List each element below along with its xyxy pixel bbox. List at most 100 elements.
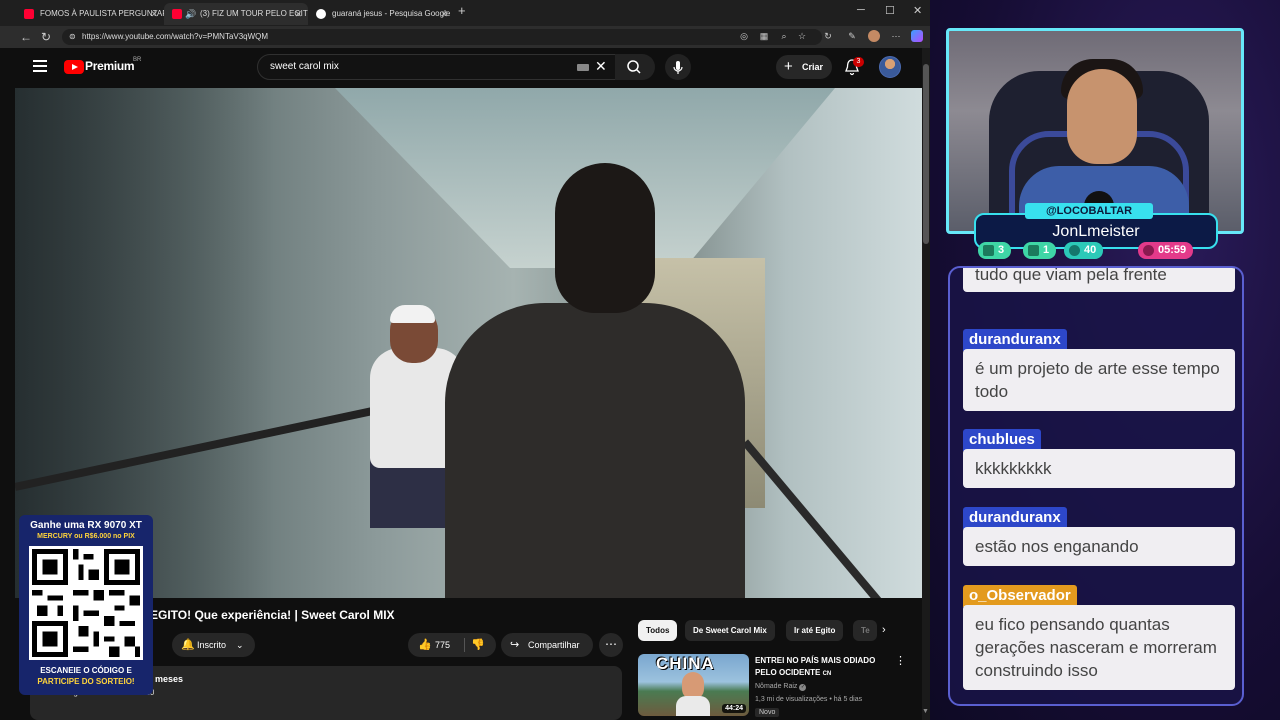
share-label: Compartilhar: [528, 640, 580, 650]
plus-icon: +: [784, 58, 793, 75]
new-badge: Novo: [755, 708, 780, 717]
voice-search-button[interactable]: [665, 54, 691, 80]
subscribed-label: Inscrito: [197, 640, 227, 650]
address-bar-row: ← ↻ ⊜ https://www.youtube.com/watch?v=PM…: [0, 26, 930, 48]
tab-close-icon[interactable]: ✕: [150, 3, 158, 25]
more-actions-button[interactable]: ⋯: [599, 633, 623, 657]
bell-icon: 🔔: [181, 639, 195, 651]
stat-value: 1: [1043, 244, 1050, 256]
dislike-icon[interactable]: 👎: [471, 633, 485, 657]
tab-label: FOMOS À PAULISTA PERGUNTAR: [40, 9, 164, 18]
maximize-button[interactable]: ☐: [885, 4, 895, 17]
menu-dots-icon[interactable]: ⋯: [890, 30, 902, 42]
tab-guarana[interactable]: guaraná jesus - Pesquisa Google ✕: [308, 3, 454, 25]
related-meta: 1,3 mi de visualizações • há 5 dias: [755, 696, 863, 703]
back-icon[interactable]: ←: [20, 29, 32, 45]
chat-username: chublues: [963, 429, 1041, 451]
keyboard-icon[interactable]: [577, 64, 589, 71]
qr-code: [29, 546, 143, 660]
sync-icon[interactable]: ↻: [822, 30, 834, 42]
view-count: 1,3 mi de visualizações: [755, 696, 828, 703]
region-code: BR: [133, 57, 142, 63]
chat-message-text: eu fico pensando quantas gerações nascer…: [963, 605, 1235, 690]
stat-viewers: 40: [1064, 242, 1104, 259]
chip-de-sweet-carol-mix[interactable]: De Sweet Carol Mix: [685, 620, 775, 641]
like-dislike-group: 👍 775 👎: [408, 633, 496, 657]
chip-todos[interactable]: Todos: [638, 620, 678, 641]
related-more-icon[interactable]: ⋮: [895, 654, 906, 667]
stat-youtube-count: 1: [1023, 242, 1057, 259]
star-icon[interactable]: ☆: [796, 30, 808, 42]
account-avatar[interactable]: [879, 56, 901, 78]
related-title[interactable]: ENTREI NO PAÍS MAIS ODIADO PELO OCIDENTE…: [755, 655, 895, 680]
microphone-icon: [673, 61, 683, 74]
scrollbar-thumb[interactable]: [923, 64, 929, 244]
chip-truncated[interactable]: Te: [853, 620, 877, 641]
extension-puzzle-icon[interactable]: ✎: [846, 30, 858, 42]
youtube-logo-icon[interactable]: [64, 60, 84, 74]
extension-icon[interactable]: ◎: [738, 30, 750, 42]
apps-icon[interactable]: ▦: [758, 30, 770, 42]
chat-message-text: kkkkkkkkk: [963, 449, 1235, 488]
page-scrollbar[interactable]: ▼: [922, 48, 930, 720]
minimize-button[interactable]: ─: [857, 4, 865, 16]
giveaway-promo-overlay: Ganhe uma RX 9070 XT MERCURY ou R$6.000 …: [19, 515, 153, 695]
share-button[interactable]: ↪ Compartilhar: [501, 633, 593, 657]
tab-egito[interactable]: 🔊 (3) FIZ UM TOUR PELO EGITO ✕: [164, 3, 308, 25]
menu-hamburger-icon[interactable]: [33, 60, 47, 72]
clear-search-icon[interactable]: ✕: [595, 58, 607, 75]
related-channel[interactable]: Nômade Raiz ✓: [755, 683, 807, 691]
clock-icon: [1143, 245, 1154, 256]
verified-check-icon: ✓: [799, 684, 807, 691]
reload-icon[interactable]: ↻: [41, 29, 51, 45]
promo-cta-line1: ESCANEIE O CÓDIGO E: [40, 666, 132, 675]
stat-value: 3: [998, 244, 1005, 256]
speaker-icon[interactable]: 🔊: [185, 3, 196, 25]
chat-username: o_Observador: [963, 585, 1077, 607]
scroll-down-icon[interactable]: ▼: [922, 708, 929, 715]
tab-paulista[interactable]: FOMOS À PAULISTA PERGUNTAR ✕: [16, 3, 164, 25]
chevron-right-icon[interactable]: ›: [882, 624, 886, 636]
zoom-icon[interactable]: ⌕: [778, 30, 790, 42]
streamer-handle: @LOCOBALTAR: [1025, 203, 1153, 219]
chip-ir-ate-egito[interactable]: Ir até Egito: [786, 620, 844, 641]
related-thumbnail[interactable]: CHINA 44:24: [638, 654, 749, 716]
promo-subline: MERCURY ou R$6.000 no PIX: [37, 533, 135, 540]
stat-timer: 05:59: [1138, 242, 1194, 259]
chat-panel: tudo que viam pela frente duranduranx é …: [948, 266, 1244, 706]
channel-name: Nômade Raiz: [755, 683, 798, 690]
search-input[interactable]: sweet carol mix: [257, 54, 617, 80]
video-title: EGITO! Que experiência! | Sweet Carol MI…: [150, 608, 395, 622]
thumbnail-text: CHINA: [656, 654, 715, 673]
promo-cta-line2: PARTICIPE DO SORTEIO!: [37, 677, 135, 686]
like-icon[interactable]: 👍: [418, 633, 432, 657]
chat-message-text: estão nos enganando: [963, 527, 1235, 566]
site-info-icon[interactable]: ⊜: [69, 29, 76, 45]
search-button[interactable]: [615, 54, 655, 80]
upload-age: meses: [155, 674, 184, 684]
search-icon: [627, 60, 641, 74]
create-button[interactable]: + Criar: [776, 55, 832, 79]
close-window-button[interactable]: ✕: [913, 4, 922, 17]
related-title-text: ENTREI NO PAÍS MAIS ODIADO PELO OCIDENTE: [755, 656, 876, 677]
copilot-icon[interactable]: [911, 30, 923, 42]
viewers-icon: [1069, 245, 1080, 256]
tab-close-icon[interactable]: ✕: [294, 3, 302, 25]
chat-message-text: é um projeto de arte esse tempo todo: [963, 349, 1235, 411]
url-field[interactable]: ⊜ https://www.youtube.com/watch?v=PMNTaV…: [62, 29, 822, 45]
chevron-down-icon: ⌄: [236, 640, 244, 650]
chat-bubble-icon: [983, 245, 994, 256]
google-favicon-icon: [316, 9, 326, 19]
tab-strip: FOMOS À PAULISTA PERGUNTAR ✕ 🔊 (3) FIZ U…: [0, 0, 930, 26]
new-tab-button[interactable]: +: [458, 3, 466, 18]
youtube-header: Premium BR sweet carol mix ✕ + Criar 3: [15, 48, 922, 88]
tab-close-icon[interactable]: ✕: [440, 3, 448, 25]
upload-date: há 5 dias: [833, 696, 863, 703]
youtube-premium-brand[interactable]: Premium: [85, 59, 135, 73]
stat-value: 05:59: [1158, 244, 1187, 256]
profile-avatar-icon[interactable]: [868, 30, 880, 42]
create-label: Criar: [802, 62, 824, 72]
chat-message-text: tudo que viam pela frente: [963, 268, 1235, 292]
url-text: https://www.youtube.com/watch?v=PMNTaV3q…: [82, 32, 269, 41]
subscribed-button[interactable]: 🔔 Inscrito ⌄: [172, 633, 255, 657]
